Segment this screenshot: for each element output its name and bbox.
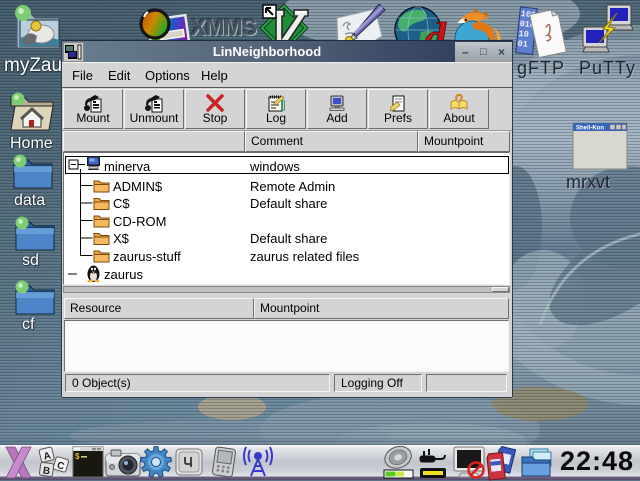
svg-text:B: B: [42, 465, 51, 477]
svg-text:01: 01: [517, 39, 528, 50]
svg-text:Shell-Kon: Shell-Kon: [576, 126, 604, 132]
svg-text:$: $: [75, 452, 80, 461]
